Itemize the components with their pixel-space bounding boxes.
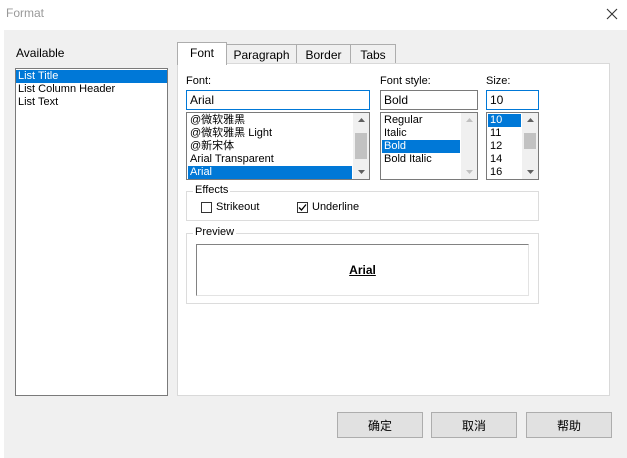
size-list-scroll-thumb[interactable]	[524, 133, 536, 149]
size-list-item[interactable]: 16	[488, 166, 521, 179]
font-style-list-scrollbar[interactable]	[461, 113, 477, 179]
available-list-item[interactable]: List Column Header	[16, 83, 167, 96]
preview-text: Arial	[349, 263, 376, 277]
font-list[interactable]: @微软雅黑 @微软雅黑 Light @新宋体 Arial Transparent Ari…	[186, 112, 370, 180]
size-list-item[interactable]: 11	[488, 127, 521, 140]
cancel-button[interactable]: 取消	[431, 412, 517, 438]
font-input[interactable]	[186, 90, 370, 110]
format-dialog: Format Available List Title List Column H…	[0, 0, 627, 458]
font-list-item[interactable]: @微软雅黑	[188, 114, 352, 127]
size-label: Size:	[486, 75, 511, 87]
strikeout-check-box[interactable]	[201, 201, 212, 213]
size-input[interactable]	[486, 90, 539, 110]
close-button[interactable]	[597, 0, 627, 28]
font-list-item[interactable]: @微软雅黑 Light	[188, 127, 352, 140]
font-list-scrollbar[interactable]	[353, 113, 369, 179]
effects-label: Effects	[193, 184, 231, 196]
strikeout-checkbox[interactable]: Strikeout	[201, 201, 259, 213]
font-style-label: Font style:	[380, 75, 431, 87]
help-button[interactable]: 帮助	[526, 412, 612, 438]
tab-font[interactable]: Font	[177, 42, 227, 65]
font-style-list-item[interactable]: Regular	[382, 114, 460, 127]
underline-check-box[interactable]	[297, 201, 308, 213]
chevron-up-icon[interactable]	[522, 113, 538, 127]
size-list-item[interactable]: 10	[488, 114, 521, 127]
font-style-list-item[interactable]: Italic	[382, 127, 460, 140]
checkmark-icon	[298, 203, 307, 211]
tab-border[interactable]: Border	[296, 44, 351, 64]
tab-tabs[interactable]: Tabs	[350, 44, 396, 64]
font-label: Font:	[186, 75, 212, 87]
font-list-item[interactable]: Arial Transparent	[188, 153, 352, 166]
font-list-scroll-thumb[interactable]	[355, 133, 367, 159]
ok-button[interactable]: 确定	[337, 412, 423, 438]
preview-label: Preview	[193, 226, 237, 238]
font-style-list-item[interactable]: Bold Italic	[382, 153, 460, 166]
font-list-item[interactable]: @新宋体	[188, 140, 352, 153]
window-left-edge	[0, 30, 4, 458]
title-bar: Format	[0, 0, 627, 30]
size-list-scrollbar[interactable]	[522, 113, 538, 179]
chevron-down-icon[interactable]	[353, 165, 369, 179]
size-list-item[interactable]: 12	[488, 140, 521, 153]
chevron-up-icon[interactable]	[461, 113, 477, 127]
available-list-item[interactable]: List Text	[16, 96, 167, 109]
available-label: Available	[16, 46, 65, 60]
underline-checkbox[interactable]: Underline	[297, 201, 359, 213]
underline-label: Underline	[312, 201, 360, 213]
strikeout-label: Strikeout	[216, 201, 260, 213]
chevron-down-icon[interactable]	[522, 165, 538, 179]
font-style-list-item[interactable]: Bold	[382, 140, 460, 153]
window-title: Format	[6, 6, 45, 20]
tab-paragraph[interactable]: Paragraph	[226, 44, 297, 64]
font-style-list[interactable]: Regular Italic Bold Bold Italic	[380, 112, 478, 180]
available-list-item[interactable]: List Title	[16, 70, 167, 83]
chevron-up-icon[interactable]	[353, 113, 369, 127]
size-list-item[interactable]: 14	[488, 153, 521, 166]
size-list[interactable]: 10 11 12 14 16	[486, 112, 539, 180]
chevron-down-icon[interactable]	[461, 165, 477, 179]
font-list-item[interactable]: Arial	[188, 166, 352, 179]
font-style-input[interactable]	[380, 90, 478, 110]
preview-area: Arial	[196, 244, 529, 296]
close-icon	[606, 8, 618, 20]
available-list[interactable]: List Title List Column Header List Text	[15, 68, 168, 396]
